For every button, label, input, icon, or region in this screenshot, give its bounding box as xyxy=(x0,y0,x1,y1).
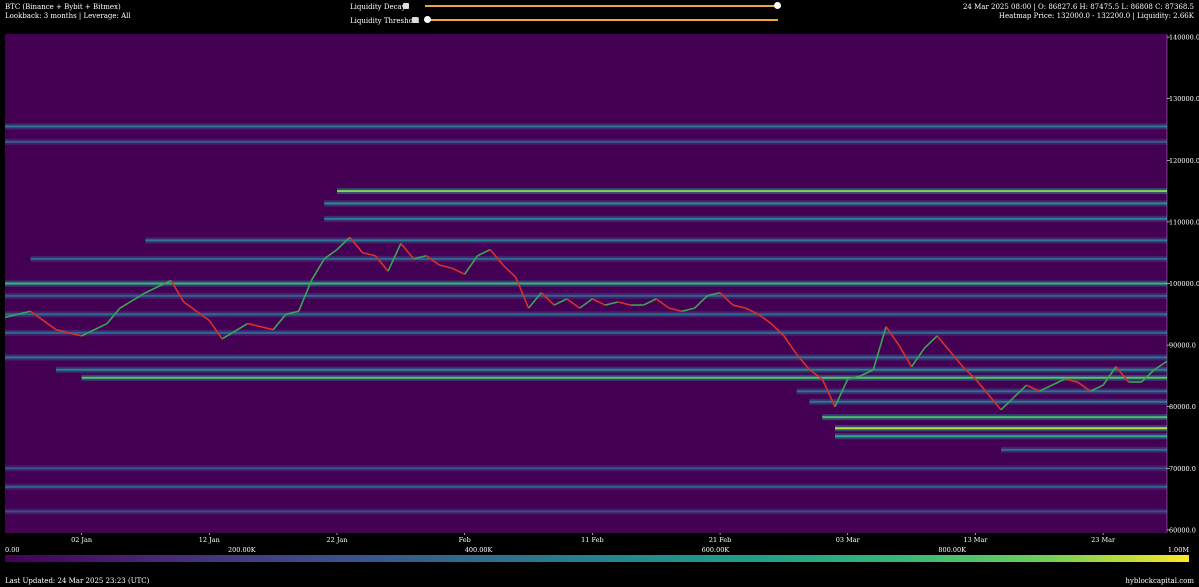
y-tick-label: 80000.0 xyxy=(1169,403,1196,411)
liquidity-level-line xyxy=(5,510,1167,513)
y-tick-label: 100000.0 xyxy=(1169,280,1199,288)
liquidity-threshold-slider[interactable] xyxy=(424,16,778,24)
liquidity-level-line xyxy=(796,390,1167,393)
liquidity-decay-toggle[interactable] xyxy=(403,3,409,9)
liquidity-level-line xyxy=(835,427,1167,430)
liquidity-level-line xyxy=(56,368,1167,371)
ohlc-readout: 24 Mar 2025 08:00 | O: 86827.6 H: 87475.… xyxy=(962,3,1194,11)
liquidity-level-line xyxy=(5,140,1167,143)
colorbar-label: 400.00K xyxy=(465,546,493,554)
last-updated: Last Updated: 24 Mar 2025 23:23 (UTC) xyxy=(5,577,150,585)
y-tick-label: 130000.0 xyxy=(1169,95,1199,103)
liquidity-level-line xyxy=(822,416,1167,419)
liquidity-decay-knob[interactable] xyxy=(774,2,781,9)
liquidity-decay-label: Liquidity Decay xyxy=(350,3,406,11)
liquidation-heatmap-chart: 140000.0 130000.0 120000.0 110000.0 100000.0… xyxy=(5,34,1199,562)
liquidity-threshold-track xyxy=(425,19,778,21)
liquidity-level-line xyxy=(5,282,1167,285)
lookback-info: Lookback: 3 months | Leverage: All xyxy=(5,12,131,20)
x-tick-label: 02 Jan xyxy=(71,536,92,544)
liquidity-threshold-toggle[interactable] xyxy=(412,17,418,23)
x-tick-label: 13 Mar xyxy=(963,536,988,544)
x-tick-label: 22 Jan xyxy=(326,536,347,544)
colorbar-label: 1.00M xyxy=(1168,546,1189,554)
y-tick-label: 60000.0 xyxy=(1169,526,1196,534)
liquidity-threshold-label: Liquidity Threshold xyxy=(350,17,420,25)
colorbar-label: 800.00K xyxy=(938,546,966,554)
y-tick-label: 110000.0 xyxy=(1169,218,1199,226)
colorbar-label: 0.00 xyxy=(5,546,19,554)
colorbar-label: 600.00K xyxy=(702,546,730,554)
liquidity-level-line xyxy=(145,239,1167,242)
liquidity-level-line xyxy=(809,400,1167,403)
liquidity-decay-track xyxy=(425,5,778,7)
brand-link[interactable]: hyblockcapital.com xyxy=(1125,577,1194,586)
x-tick-label: 11 Feb xyxy=(581,536,604,544)
colorbar-label: 200.00K xyxy=(228,546,256,554)
liquidity-level-line xyxy=(5,485,1167,488)
liquidity-level-line xyxy=(5,125,1167,128)
liquidity-level-line xyxy=(5,467,1167,470)
y-tick-label: 120000.0 xyxy=(1169,157,1199,165)
liquidity-level-line xyxy=(81,376,1167,379)
liquidity-level-line xyxy=(324,217,1167,220)
x-tick-label: Feb xyxy=(459,536,471,544)
liquidity-level-line xyxy=(1001,448,1167,451)
liquidity-level-line xyxy=(5,313,1167,316)
liquidity-level-line xyxy=(30,257,1167,260)
x-tick-label: 12 Jan xyxy=(199,536,220,544)
x-tick-label: 03 Mar xyxy=(836,536,861,544)
y-tick-label: 70000.0 xyxy=(1169,465,1196,473)
liquidity-threshold-knob[interactable] xyxy=(424,16,431,23)
chart-title: BTC (Binance + Bybit + Bitmex) xyxy=(5,3,121,11)
x-tick-label: 23 Mar xyxy=(1091,536,1116,544)
y-tick-label: 140000.0 xyxy=(1169,34,1199,42)
liquidity-level-line xyxy=(5,331,1167,334)
liquidity-decay-slider[interactable] xyxy=(425,2,781,10)
liquidity-level-line xyxy=(5,356,1167,359)
heatmap-readout: Heatmap Price: 132000.0 - 132200.0 | Liq… xyxy=(998,12,1194,20)
colorbar xyxy=(5,555,1189,562)
x-tick-label: 21 Feb xyxy=(709,536,732,544)
liquidity-level-line xyxy=(324,202,1167,205)
liquidity-level-line xyxy=(337,190,1167,193)
y-tick-label: 90000.0 xyxy=(1169,342,1196,350)
liquidity-level-line xyxy=(835,435,1167,438)
